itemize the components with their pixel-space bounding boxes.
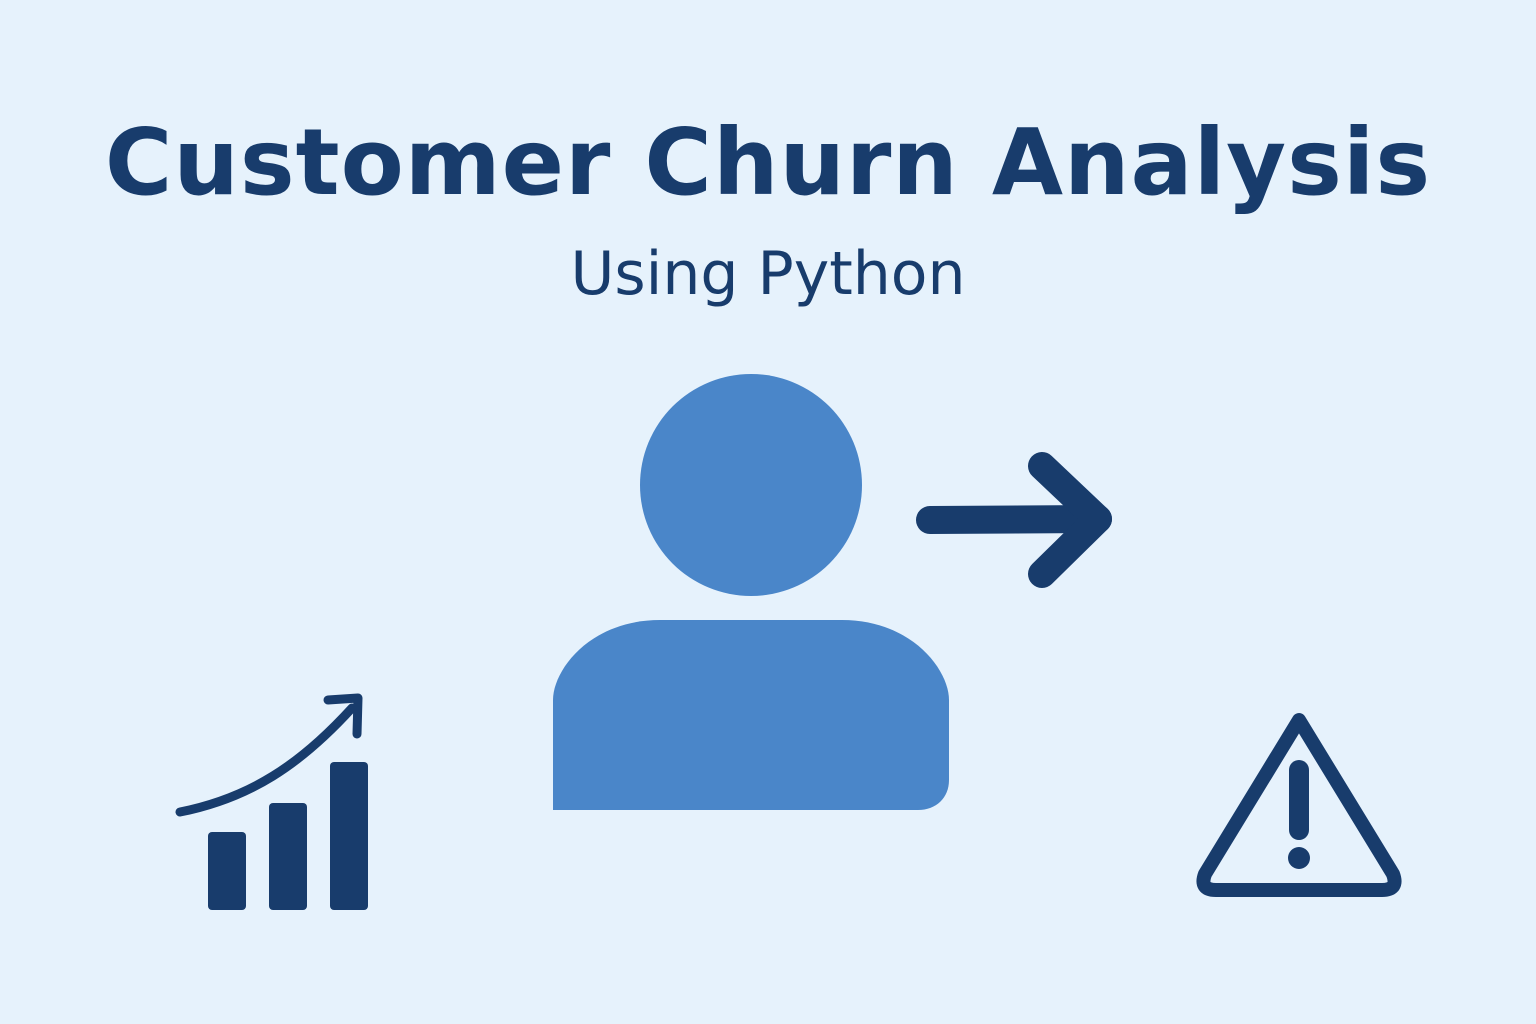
slide-canvas: Customer Churn Analysis Using Python bbox=[0, 0, 1536, 1024]
page-subtitle: Using Python bbox=[570, 239, 966, 309]
person-icon bbox=[553, 374, 949, 810]
growth-bar-chart-icon bbox=[175, 693, 368, 910]
warning-triangle-icon bbox=[1196, 713, 1402, 897]
page-title: Customer Churn Analysis bbox=[104, 109, 1432, 216]
arrow-right-icon bbox=[916, 452, 1112, 588]
